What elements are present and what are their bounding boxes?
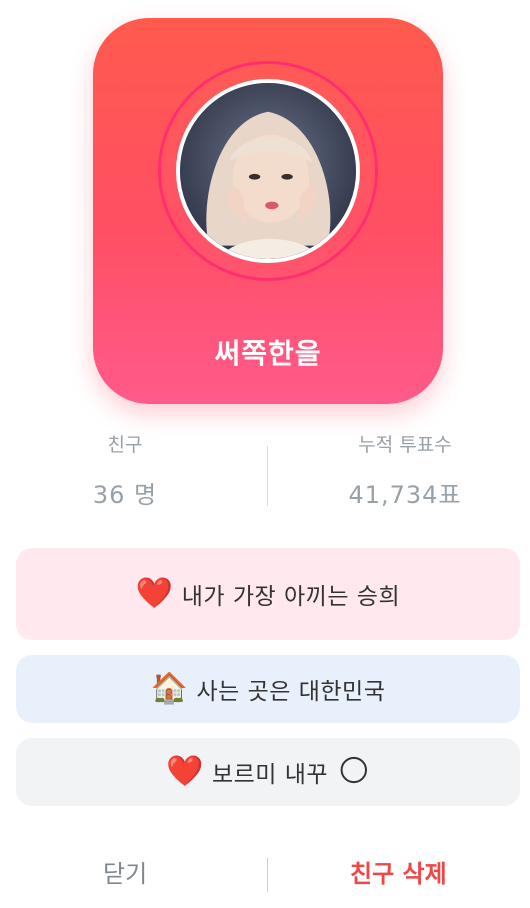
- footer-actions: 닫기 친구 삭제: [0, 840, 530, 908]
- stats-row: 친구 36 명 누적 투표수 41,734표: [0, 430, 530, 520]
- bio-line-3: ❤️ 보르미 내꾸 🌕: [16, 738, 520, 806]
- friends-stat: 친구 36 명: [15, 430, 235, 510]
- moon-icon: 🌕: [338, 754, 370, 789]
- friends-count: 36 명: [92, 481, 158, 509]
- votes-count: 41,734표: [348, 481, 462, 509]
- avatar[interactable]: [176, 79, 360, 263]
- close-button[interactable]: 닫기: [103, 854, 147, 889]
- heart-icon: ❤️: [166, 754, 204, 789]
- profile-card: 써쪽한을: [93, 18, 443, 404]
- bio-line-2-text: 사는 곳은 대한민국: [196, 679, 386, 705]
- avatar-photo: [180, 83, 356, 259]
- profile-name: 써쪽한을: [214, 337, 322, 370]
- bio-line-3-text: 보르미 내꾸: [211, 762, 329, 788]
- friends-label: 친구: [107, 434, 143, 456]
- avatar-ring: [158, 61, 378, 281]
- votes-stat: 누적 투표수 41,734표: [295, 430, 515, 510]
- bio-line-2: 🏠 사는 곳은 대한민국: [16, 655, 520, 723]
- house-icon: 🏠: [150, 671, 189, 706]
- stats-divider: [267, 446, 268, 506]
- heart-icon: ❤️: [135, 576, 174, 611]
- bio-line-1-text: 내가 가장 아끼는 승희: [181, 584, 401, 610]
- delete-friend-button[interactable]: 친구 삭제: [350, 854, 447, 889]
- bio-line-1: ❤️ 내가 가장 아끼는 승희: [16, 548, 520, 640]
- footer-divider: [267, 858, 268, 892]
- votes-label: 누적 투표수: [358, 434, 452, 456]
